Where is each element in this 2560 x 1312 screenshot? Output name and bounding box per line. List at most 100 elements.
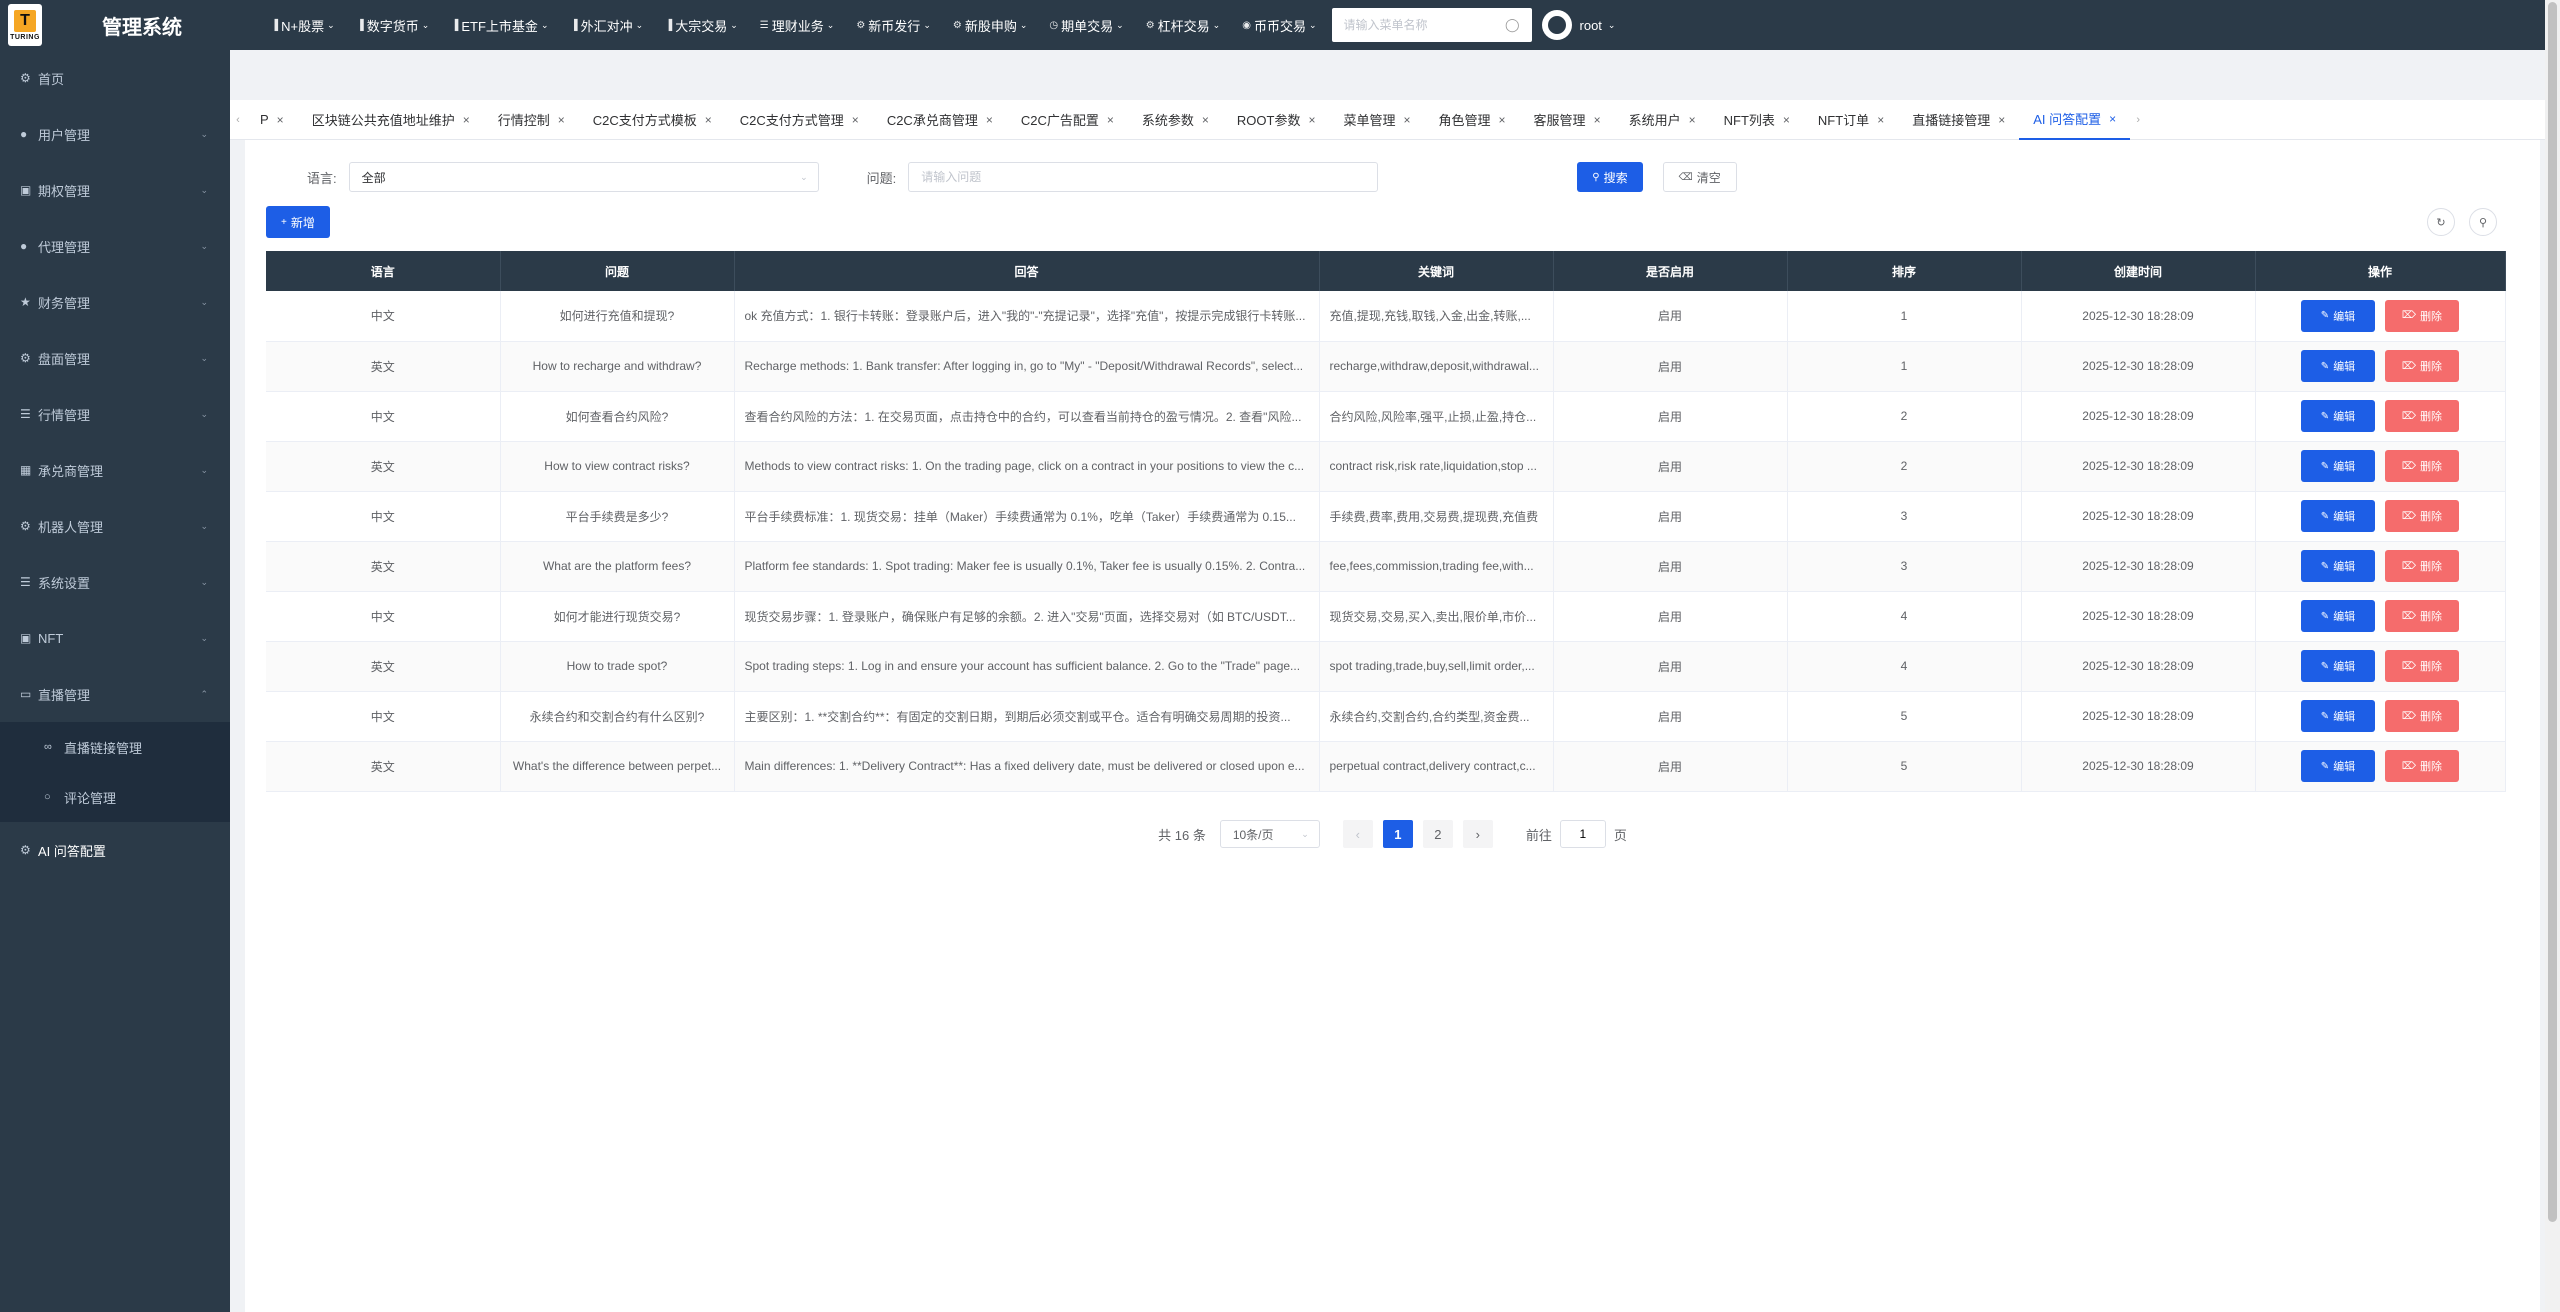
- sidebar-item-0[interactable]: ⚙ 首页: [0, 50, 230, 106]
- tab-16[interactable]: AI 问答配置 ×: [2019, 100, 2131, 140]
- close-icon[interactable]: ×: [1689, 113, 1696, 127]
- tab-3[interactable]: C2C支付方式模板 ×: [579, 100, 726, 140]
- tab-2[interactable]: 行情控制 ×: [484, 100, 579, 140]
- close-icon[interactable]: ×: [558, 113, 565, 127]
- tab-11[interactable]: 客服管理 ×: [1520, 100, 1615, 140]
- avatar[interactable]: [1541, 10, 1572, 40]
- sidebar-item-2[interactable]: ▣ 期权管理 ⌄: [0, 162, 230, 218]
- close-icon[interactable]: ×: [986, 113, 993, 127]
- page-scrollbar[interactable]: [2545, 0, 2560, 1312]
- delete-button[interactable]: ⌦ 删除: [2385, 450, 2459, 482]
- topnav-item-5[interactable]: ☰ 理财业务 ⌄: [749, 0, 846, 50]
- edit-button[interactable]: ✎ 编辑: [2301, 500, 2375, 532]
- tab-10[interactable]: 角色管理 ×: [1425, 100, 1520, 140]
- tab-13[interactable]: NFT列表 ×: [1710, 100, 1804, 140]
- topnav-item-2[interactable]: ▐ ETF上市基金 ⌄: [440, 0, 559, 50]
- tab-6[interactable]: C2C广告配置 ×: [1007, 100, 1128, 140]
- tab-7[interactable]: 系统参数 ×: [1128, 100, 1223, 140]
- close-icon[interactable]: ×: [277, 113, 284, 127]
- tab-9[interactable]: 菜单管理 ×: [1329, 100, 1424, 140]
- edit-button[interactable]: ✎ 编辑: [2301, 550, 2375, 582]
- sidebar-item-6[interactable]: ☰ 行情管理 ⌄: [0, 386, 230, 442]
- sidebar-item-5[interactable]: ⚙ 盘面管理 ⌄: [0, 330, 230, 386]
- close-icon[interactable]: ×: [705, 113, 712, 127]
- close-icon[interactable]: ×: [1877, 113, 1884, 127]
- tab-14[interactable]: NFT订单 ×: [1804, 100, 1898, 140]
- tab-0[interactable]: P ×: [246, 100, 298, 140]
- sidebar-subitem-0[interactable]: ∞ 直播链接管理: [0, 722, 230, 772]
- clear-button[interactable]: ⌫ 清空: [1662, 162, 1737, 192]
- delete-button[interactable]: ⌦ 删除: [2385, 299, 2459, 332]
- scroll-thumb[interactable]: [2548, 2, 2557, 1222]
- delete-button[interactable]: ⌦ 删除: [2385, 600, 2459, 632]
- sidebar-item-3[interactable]: ● 代理管理 ⌄: [0, 218, 230, 274]
- topnav-item-6[interactable]: ⚙ 新币发行 ⌄: [845, 0, 942, 50]
- topnav-item-9[interactable]: ⚙ 杠杆交易 ⌄: [1135, 0, 1232, 50]
- topnav-item-3[interactable]: ▐ 外汇对冲 ⌄: [559, 0, 654, 50]
- edit-button[interactable]: ✎ 编辑: [2301, 450, 2375, 482]
- topnav-item-1[interactable]: ▐ 数字货币 ⌄: [346, 0, 441, 50]
- refresh-icon[interactable]: ↻: [2427, 208, 2455, 236]
- edit-button[interactable]: ✎ 编辑: [2301, 350, 2375, 382]
- close-icon[interactable]: ×: [1499, 113, 1506, 127]
- sidebar-item-9[interactable]: ☰ 系统设置 ⌄: [0, 554, 230, 610]
- tab-8[interactable]: ROOT参数 ×: [1223, 100, 1330, 140]
- topnav-item-4[interactable]: ▐ 大宗交易 ⌄: [654, 0, 749, 50]
- tab-12[interactable]: 系统用户 ×: [1615, 100, 1710, 140]
- close-icon[interactable]: ×: [2109, 112, 2116, 126]
- goto-page-input[interactable]: [1559, 820, 1606, 848]
- sidebar-item-8[interactable]: ⚙ 机器人管理 ⌄: [0, 498, 230, 554]
- tab-1[interactable]: 区块链公共充值地址维护 ×: [298, 100, 484, 140]
- edit-button[interactable]: ✎ 编辑: [2301, 750, 2375, 782]
- sidebar-item-4[interactable]: ★ 财务管理 ⌄: [0, 274, 230, 330]
- page-button-1[interactable]: 1: [1382, 820, 1413, 848]
- sidebar-item-11[interactable]: ▭ 直播管理 ⌃: [0, 666, 230, 722]
- close-icon[interactable]: ×: [1998, 113, 2005, 127]
- tab-4[interactable]: C2C支付方式管理 ×: [726, 100, 873, 140]
- close-icon[interactable]: ×: [1404, 113, 1411, 127]
- tab-15[interactable]: 直播链接管理 ×: [1898, 100, 2019, 140]
- close-icon[interactable]: ×: [1202, 113, 1209, 127]
- edit-button[interactable]: ✎ 编辑: [2301, 700, 2375, 732]
- delete-button[interactable]: ⌦ 删除: [2385, 500, 2459, 532]
- close-icon[interactable]: ×: [1594, 113, 1601, 127]
- delete-button[interactable]: ⌦ 删除: [2385, 550, 2459, 582]
- page-size-select[interactable]: 10条/页 ⌄: [1219, 820, 1320, 848]
- lang-select[interactable]: 全部 ⌄: [348, 162, 819, 192]
- delete-button[interactable]: ⌦ 删除: [2385, 750, 2459, 782]
- edit-button[interactable]: ✎ 编辑: [2301, 600, 2375, 632]
- delete-button[interactable]: ⌦ 删除: [2385, 650, 2459, 682]
- tab-5[interactable]: C2C承兑商管理 ×: [873, 100, 1007, 140]
- chevron-right-icon[interactable]: ›: [2130, 114, 2146, 126]
- search-icon[interactable]: ◯: [1505, 17, 1520, 33]
- sidebar-item-1[interactable]: ● 用户管理 ⌄: [0, 106, 230, 162]
- close-icon[interactable]: ×: [1783, 113, 1790, 127]
- edit-button[interactable]: ✎ 编辑: [2301, 650, 2375, 682]
- next-page-button[interactable]: ›: [1462, 820, 1493, 848]
- close-icon[interactable]: ×: [852, 113, 859, 127]
- delete-button[interactable]: ⌦ 删除: [2385, 400, 2459, 432]
- sidebar-item-ai-qa[interactable]: ⚙ AI 问答配置: [0, 822, 230, 878]
- sidebar-subitem-1[interactable]: ○ 评论管理: [0, 772, 230, 822]
- prev-page-button[interactable]: ‹: [1342, 820, 1373, 848]
- topnav-item-0[interactable]: ▐ N+股票 ⌄: [260, 0, 346, 50]
- chevron-left-icon[interactable]: ‹: [230, 114, 246, 126]
- user-name[interactable]: root: [1580, 18, 1602, 33]
- chevron-down-icon[interactable]: ⌄: [1608, 20, 1616, 31]
- edit-button[interactable]: ✎ 编辑: [2301, 400, 2375, 432]
- topnav-item-10[interactable]: ◉ 币币交易 ⌄: [1231, 0, 1327, 50]
- edit-button[interactable]: ✎ 编辑: [2301, 299, 2375, 332]
- add-button[interactable]: + 新增: [266, 206, 330, 238]
- sidebar-item-7[interactable]: ▦ 承兑商管理 ⌄: [0, 442, 230, 498]
- question-input[interactable]: [908, 162, 1379, 192]
- topnav-item-7[interactable]: ⚙ 新股申购 ⌄: [942, 0, 1039, 50]
- page-button-2[interactable]: 2: [1422, 820, 1453, 848]
- delete-button[interactable]: ⌦ 删除: [2385, 350, 2459, 382]
- close-icon[interactable]: ×: [463, 113, 470, 127]
- close-icon[interactable]: ×: [1107, 113, 1114, 127]
- menu-search-input[interactable]: [1343, 18, 1505, 32]
- search-button[interactable]: ⚲ 搜索: [1577, 162, 1643, 192]
- delete-button[interactable]: ⌦ 删除: [2385, 700, 2459, 732]
- close-icon[interactable]: ×: [1308, 113, 1315, 127]
- search-toggle-icon[interactable]: ⚲: [2469, 208, 2497, 236]
